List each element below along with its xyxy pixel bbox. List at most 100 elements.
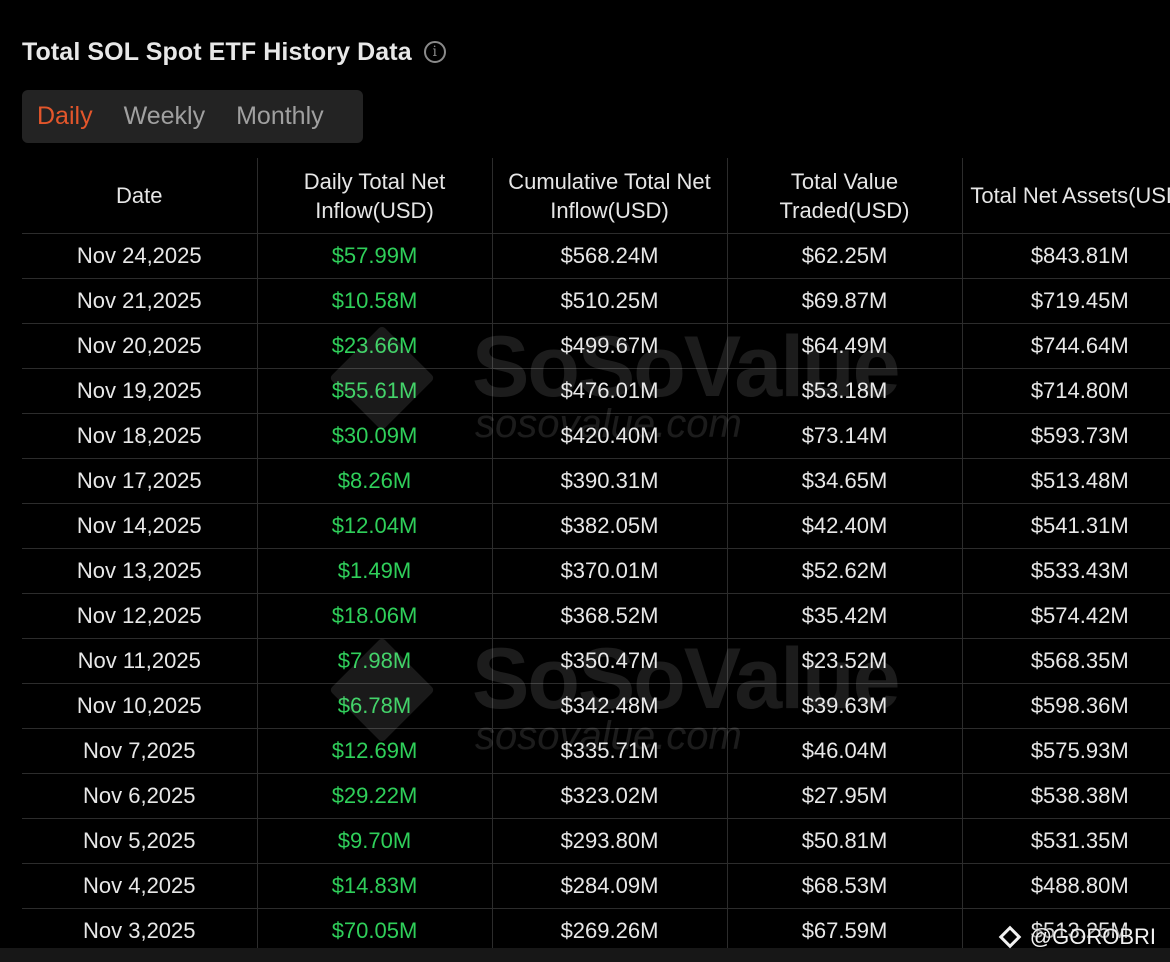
- cell-total-net-assets: $744.64M: [962, 323, 1170, 369]
- cell-total-value-traded: $67.59M: [727, 908, 963, 954]
- table-row: Nov 14,2025 $12.04M $382.05M $42.40M $541.31…: [22, 503, 1170, 549]
- page-title: Total SOL Spot ETF History Data: [22, 37, 412, 66]
- cell-date: Nov 10,2025: [22, 683, 258, 729]
- cell-daily-net-inflow: $57.99M: [257, 233, 493, 279]
- cell-date: Nov 12,2025: [22, 593, 258, 639]
- cell-total-value-traded: $50.81M: [727, 818, 963, 864]
- cell-total-net-assets: $488.80M: [962, 863, 1170, 909]
- cell-total-value-traded: $73.14M: [727, 413, 963, 459]
- cell-cumulative-net-inflow: $342.48M: [492, 683, 728, 729]
- table-row: Nov 11,2025 $7.98M $350.47M $23.52M $568.35M: [22, 638, 1170, 684]
- cell-daily-net-inflow: $29.22M: [257, 773, 493, 819]
- cell-total-value-traded: $42.40M: [727, 503, 963, 549]
- cell-cumulative-net-inflow: $323.02M: [492, 773, 728, 819]
- cell-date: Nov 5,2025: [22, 818, 258, 864]
- cell-total-value-traded: $53.18M: [727, 368, 963, 414]
- column-header-cumulative-net-inflow: Cumulative Total Net Inflow(USD): [492, 158, 728, 234]
- column-header-daily-net-inflow: Daily Total Net Inflow(USD): [257, 158, 493, 234]
- cell-date: Nov 24,2025: [22, 233, 258, 279]
- cell-total-value-traded: $23.52M: [727, 638, 963, 684]
- cell-daily-net-inflow: $30.09M: [257, 413, 493, 459]
- cell-cumulative-net-inflow: $284.09M: [492, 863, 728, 909]
- cell-date: Nov 19,2025: [22, 368, 258, 414]
- cell-total-value-traded: $27.95M: [727, 773, 963, 819]
- cell-cumulative-net-inflow: $476.01M: [492, 368, 728, 414]
- tab-daily[interactable]: Daily: [37, 102, 93, 131]
- cell-date: Nov 7,2025: [22, 728, 258, 774]
- cell-cumulative-net-inflow: $269.26M: [492, 908, 728, 954]
- info-icon[interactable]: i: [423, 41, 446, 63]
- cell-daily-net-inflow: $8.26M: [257, 458, 493, 504]
- cell-cumulative-net-inflow: $293.80M: [492, 818, 728, 864]
- cell-cumulative-net-inflow: $350.47M: [492, 638, 728, 684]
- cell-cumulative-net-inflow: $370.01M: [492, 548, 728, 594]
- cell-daily-net-inflow: $12.69M: [257, 728, 493, 774]
- cell-daily-net-inflow: $9.70M: [257, 818, 493, 864]
- table-row: Nov 4,2025 $14.83M $284.09M $68.53M $488.80M: [22, 863, 1170, 909]
- table-row: Nov 13,2025 $1.49M $370.01M $52.62M $533.43M: [22, 548, 1170, 594]
- cell-date: Nov 6,2025: [22, 773, 258, 819]
- cell-daily-net-inflow: $10.58M: [257, 278, 493, 324]
- cell-date: Nov 11,2025: [22, 638, 258, 684]
- table-row: Nov 24,2025 $57.99M $568.24M $62.25M $843.81…: [22, 233, 1170, 279]
- tab-weekly[interactable]: Weekly: [124, 102, 206, 131]
- cell-total-net-assets: $714.80M: [962, 368, 1170, 414]
- table-row: Nov 10,2025 $6.78M $342.48M $39.63M $598.36M: [22, 683, 1170, 729]
- cell-cumulative-net-inflow: $382.05M: [492, 503, 728, 549]
- cell-total-value-traded: $68.53M: [727, 863, 963, 909]
- period-tabs: Daily Weekly Monthly: [22, 90, 363, 143]
- cell-daily-net-inflow: $18.06M: [257, 593, 493, 639]
- cell-total-net-assets: $593.73M: [962, 413, 1170, 459]
- cell-date: Nov 3,2025: [22, 908, 258, 954]
- cell-daily-net-inflow: $70.05M: [257, 908, 493, 954]
- cell-date: Nov 4,2025: [22, 863, 258, 909]
- cell-total-value-traded: $64.49M: [727, 323, 963, 369]
- cell-total-value-traded: $35.42M: [727, 593, 963, 639]
- table-row: Nov 7,2025 $12.69M $335.71M $46.04M $575.93M: [22, 728, 1170, 774]
- cell-daily-net-inflow: $14.83M: [257, 863, 493, 909]
- table-row: Nov 6,2025 $29.22M $323.02M $27.95M $538.38M: [22, 773, 1170, 819]
- cell-total-net-assets: $513.48M: [962, 458, 1170, 504]
- table-row: Nov 3,2025 $70.05M $269.26M $67.59M $513.25M: [22, 908, 1170, 954]
- cell-daily-net-inflow: $12.04M: [257, 503, 493, 549]
- credit-badge: @GOROBRI: [998, 922, 1156, 952]
- credit-text: @GOROBRI: [1029, 924, 1156, 949]
- cell-cumulative-net-inflow: $368.52M: [492, 593, 728, 639]
- cell-total-net-assets: $568.35M: [962, 638, 1170, 684]
- cell-date: Nov 18,2025: [22, 413, 258, 459]
- cell-total-net-assets: $843.81M: [962, 233, 1170, 279]
- cell-total-net-assets: $533.43M: [962, 548, 1170, 594]
- tab-monthly[interactable]: Monthly: [236, 102, 324, 131]
- table-header-row: Date Daily Total Net Inflow(USD) Cumulat…: [22, 158, 1170, 234]
- cell-date: Nov 20,2025: [22, 323, 258, 369]
- cell-daily-net-inflow: $55.61M: [257, 368, 493, 414]
- cell-total-net-assets: $541.31M: [962, 503, 1170, 549]
- cell-total-net-assets: $574.42M: [962, 593, 1170, 639]
- cell-date: Nov 17,2025: [22, 458, 258, 504]
- table-row: Nov 19,2025 $55.61M $476.01M $53.18M $714.80…: [22, 368, 1170, 414]
- cell-total-value-traded: $69.87M: [727, 278, 963, 324]
- cell-cumulative-net-inflow: $510.25M: [492, 278, 728, 324]
- cell-cumulative-net-inflow: $568.24M: [492, 233, 728, 279]
- cell-date: Nov 21,2025: [22, 278, 258, 324]
- column-header-total-net-assets: Total Net Assets(USD): [962, 158, 1170, 234]
- cell-total-net-assets: $538.38M: [962, 773, 1170, 819]
- table-row: Nov 21,2025 $10.58M $510.25M $69.87M $719.45…: [22, 278, 1170, 324]
- bottom-strip: [0, 948, 1170, 962]
- cell-total-value-traded: $52.62M: [727, 548, 963, 594]
- history-table-container: Date Daily Total Net Inflow(USD) Cumulat…: [22, 158, 1170, 954]
- cell-total-value-traded: $46.04M: [727, 728, 963, 774]
- table-row: Nov 5,2025 $9.70M $293.80M $50.81M $531.35M: [22, 818, 1170, 864]
- cell-cumulative-net-inflow: $420.40M: [492, 413, 728, 459]
- cell-total-net-assets: $531.35M: [962, 818, 1170, 864]
- cell-date: Nov 14,2025: [22, 503, 258, 549]
- table-row: Nov 17,2025 $8.26M $390.31M $34.65M $513.48M: [22, 458, 1170, 504]
- cell-total-net-assets: $575.93M: [962, 728, 1170, 774]
- cell-total-value-traded: $34.65M: [727, 458, 963, 504]
- title-row: Total SOL Spot ETF History Data i: [22, 33, 446, 71]
- column-header-date: Date: [22, 158, 258, 234]
- cell-total-value-traded: $39.63M: [727, 683, 963, 729]
- cell-cumulative-net-inflow: $499.67M: [492, 323, 728, 369]
- cell-total-net-assets: $598.36M: [962, 683, 1170, 729]
- cell-daily-net-inflow: $7.98M: [257, 638, 493, 684]
